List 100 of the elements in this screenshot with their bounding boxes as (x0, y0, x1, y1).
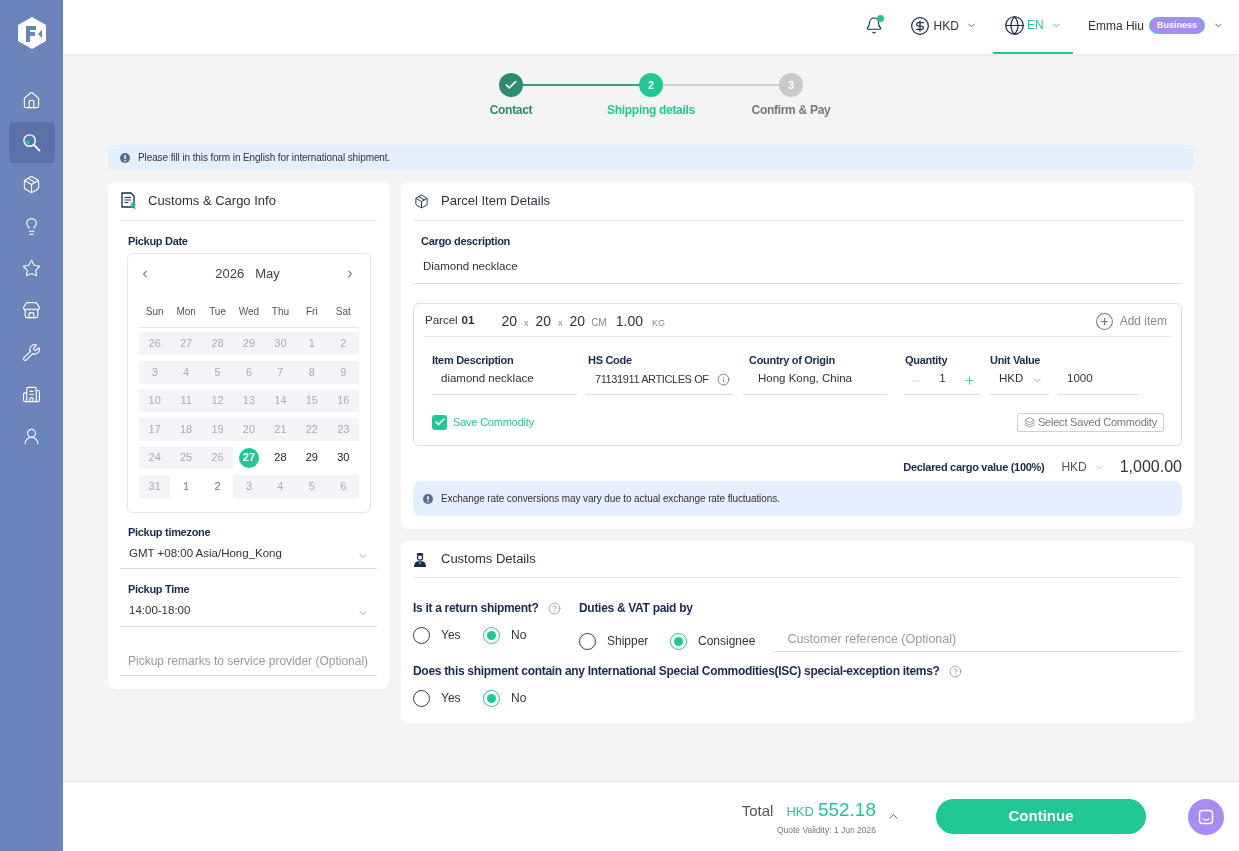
notifications-button[interactable] (864, 16, 883, 35)
dimension-unit: CM (591, 315, 607, 330)
weekday-label: Sun (145, 305, 164, 319)
star-icon (22, 259, 41, 278)
radio-option[interactable]: No (483, 689, 527, 707)
calendar-day: 16 (327, 389, 359, 412)
calendar-day: 4 (170, 360, 202, 384)
dimension-value: 20 (569, 311, 586, 331)
time-select[interactable]: 14:00-18:00 (120, 594, 377, 627)
weight-value: 1.00 (615, 311, 643, 331)
store-icon (22, 301, 41, 320)
radio-option[interactable]: Shipper (579, 632, 649, 650)
wrench-icon (22, 343, 41, 362)
box-icon (22, 175, 41, 194)
currency-code: HKD (786, 802, 814, 821)
radio-option[interactable]: Yes (413, 626, 461, 644)
radio-option[interactable]: Yes (413, 689, 461, 707)
total-label: Total (741, 800, 774, 821)
radio-option[interactable]: Consignee (670, 632, 756, 650)
remarks-input[interactable]: Pickup remarks to service provider (Optional) (120, 644, 377, 676)
weekday-label: Tue (209, 305, 226, 319)
layers-icon (1023, 416, 1035, 428)
declared-value-amount: 1,000.00 (1119, 457, 1182, 477)
select-saved-commodity-button[interactable]: Select Saved Commodity (1016, 412, 1164, 432)
calendar-day: 17 (139, 417, 171, 441)
account-type-badge: Business (1148, 17, 1205, 34)
plus-icon (963, 374, 976, 387)
card-title: Parcel Item Details (441, 192, 551, 211)
calendar-day: 20 (233, 417, 265, 441)
calendar-day: 2 (327, 332, 359, 355)
calendar-day: 24 (139, 446, 171, 469)
hs-code-input[interactable]: 71131911 ARTICLES OF (586, 366, 733, 395)
calendar-day: 15 (296, 389, 328, 412)
card-title: Customs Details (441, 550, 536, 569)
calendar-month: May (255, 265, 280, 284)
column-label: Unit Value (990, 354, 1042, 366)
calendar-day: 28 (201, 332, 234, 355)
currency-select[interactable]: HKD (990, 366, 1049, 395)
column-label: Quantity (904, 354, 949, 366)
parcel-number: 01 (461, 313, 475, 329)
nav-button[interactable] (8, 122, 55, 163)
calendar-day: 9 (327, 360, 359, 384)
chat-button[interactable] (1188, 798, 1224, 835)
increment-button[interactable] (963, 374, 976, 387)
currency-selector[interactable]: HKD (909, 15, 977, 36)
dimension-value: 20 (535, 311, 552, 331)
currency-select[interactable]: HKD (1061, 458, 1105, 476)
total-amount: 552.18 (817, 797, 876, 822)
calendar-day: 26 (139, 332, 171, 355)
calendar-day: 3 (139, 360, 171, 384)
customer-reference-input[interactable]: Customer reference (Optional) (773, 626, 1182, 652)
dimension-separator: x (524, 316, 529, 330)
calendar-day: 31 (139, 474, 171, 498)
country-select[interactable]: Hong Kong, China (743, 366, 887, 395)
item-description-input[interactable]: diamond necklace (432, 366, 577, 395)
field-label: Cargo description (420, 235, 512, 247)
info-icon (717, 373, 730, 386)
globe-icon (1004, 14, 1026, 36)
field-label: Pickup timezone (127, 525, 212, 538)
house-icon (22, 91, 41, 110)
column-label: Item Description (432, 354, 515, 366)
weekday-label: Wed (238, 305, 260, 319)
exclamation-icon (423, 493, 433, 504)
step-label: Shipping details (607, 103, 695, 118)
unit-value-input[interactable]: 1000 (1058, 366, 1139, 395)
help-icon[interactable] (948, 664, 962, 678)
calendar-day: 1 (296, 332, 328, 355)
question-label: Does this shipment contain any International Special Commodities(ISC) special-exception items? (413, 665, 940, 677)
plus-circle-icon (1094, 311, 1114, 331)
calendar-day: 25 (170, 446, 202, 469)
calendar-day: 6 (327, 474, 359, 498)
calendar-day: 6 (233, 360, 265, 384)
calendar-day: 26 (201, 446, 234, 469)
user-menu[interactable]: Emma Hiu Business (1087, 16, 1224, 35)
cargo-description-input[interactable]: Diamond necklace (413, 247, 1182, 284)
calendar-year: 2026 (215, 265, 245, 284)
dimension-separator: x (558, 316, 563, 330)
calendar-day: 7 (264, 360, 297, 384)
hexagon-logo (15, 16, 48, 50)
banner-text: Exchange rate conversions may vary due to actual exchange rate fluctuations. (441, 492, 780, 506)
step-label: Confirm & Pay (751, 103, 831, 118)
calendar-day: 3 (233, 474, 265, 498)
add-item-button[interactable]: Add item (1094, 311, 1167, 331)
banner-text: Please fill in this form in English for international shipment. (138, 151, 391, 165)
radio-option[interactable]: No (483, 626, 527, 644)
timezone-select[interactable]: GMT +08:00 Asia/Hong_Kong (120, 537, 377, 569)
field-label: Pickup Date (127, 235, 189, 247)
calendar-day: 4 (264, 474, 297, 498)
chat-icon (1198, 808, 1214, 825)
column-label: Country of Origin (748, 354, 836, 366)
column-label: HS Code (587, 354, 633, 366)
help-icon[interactable] (547, 601, 561, 615)
calendar-day: 18 (170, 417, 202, 441)
building-icon (22, 385, 41, 404)
person-icon (413, 551, 427, 567)
weekday-label: Thu (271, 305, 290, 319)
weekday-label: Mon (176, 305, 196, 319)
bell-icon (864, 16, 883, 35)
exclamation-icon (120, 152, 130, 163)
calendar-day: 29 (233, 332, 265, 355)
